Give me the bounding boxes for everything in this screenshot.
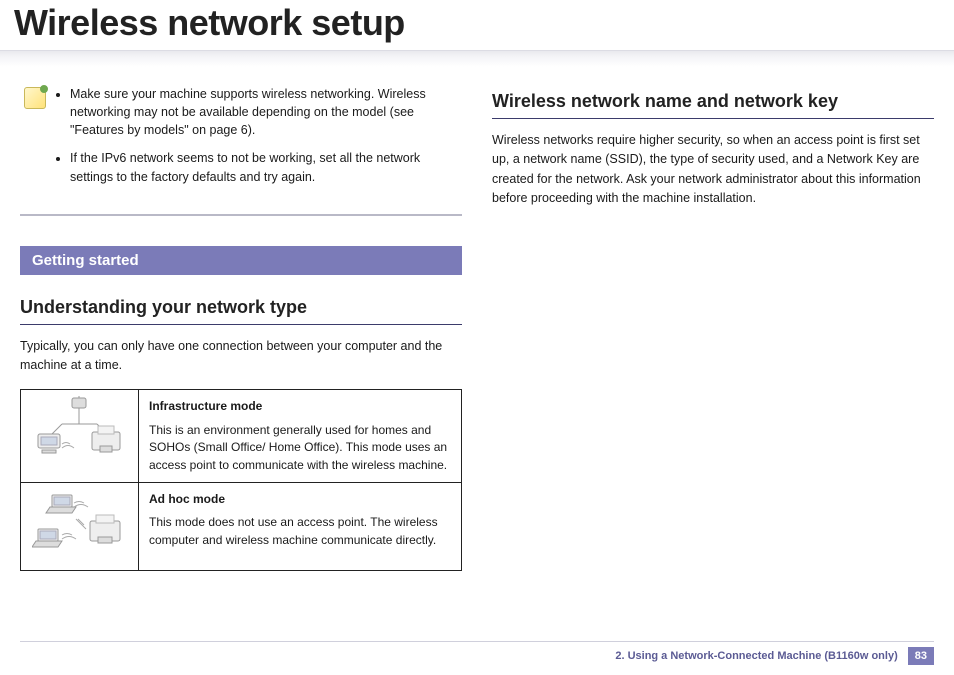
infrastructure-diagram-icon [32, 396, 127, 466]
table-row: Infrastructure mode This is an environme… [21, 390, 462, 483]
subsection-heading: Understanding your network type [20, 297, 462, 318]
page-title: Wireless network setup [14, 2, 934, 44]
mode-description-cell: Ad hoc mode This mode does not use an ac… [139, 482, 462, 570]
note-list: Make sure your machine supports wireless… [54, 85, 454, 196]
note-icon [24, 87, 46, 109]
content-columns: Make sure your machine supports wireless… [20, 81, 934, 571]
title-separator [0, 50, 954, 67]
network-modes-table: Infrastructure mode This is an environme… [20, 389, 462, 571]
footer-chapter-label: 2. Using a Network-Connected Machine (B1… [615, 650, 897, 662]
body-paragraph: Typically, you can only have one connect… [20, 337, 462, 376]
heading-rule [492, 118, 934, 119]
footer-rule [20, 641, 934, 642]
manual-page: Wireless network setup Make sure your ma… [0, 2, 954, 675]
mode-title: Infrastructure mode [149, 398, 451, 415]
body-paragraph: Wireless networks require higher securit… [492, 131, 934, 209]
left-column: Make sure your machine supports wireless… [20, 81, 462, 571]
mode-diagram-cell [21, 390, 139, 483]
note-item: Make sure your machine supports wireless… [70, 85, 454, 139]
page-footer: 2. Using a Network-Connected Machine (B1… [20, 647, 934, 665]
mode-description-cell: Infrastructure mode This is an environme… [139, 390, 462, 483]
table-row: Ad hoc mode This mode does not use an ac… [21, 482, 462, 570]
mode-description: This mode does not use an access point. … [149, 514, 451, 549]
subsection-heading: Wireless network name and network key [492, 91, 934, 112]
page-number-badge: 83 [908, 647, 934, 665]
heading-rule [20, 324, 462, 325]
mode-title: Ad hoc mode [149, 491, 451, 508]
section-heading-bar: Getting started [20, 246, 462, 275]
right-column: Wireless network name and network key Wi… [492, 81, 934, 571]
mode-description: This is an environment generally used fo… [149, 422, 451, 474]
adhoc-diagram-icon [32, 489, 127, 559]
mode-diagram-cell [21, 482, 139, 570]
note-callout: Make sure your machine supports wireless… [20, 81, 462, 216]
note-item: If the IPv6 network seems to not be work… [70, 149, 454, 185]
